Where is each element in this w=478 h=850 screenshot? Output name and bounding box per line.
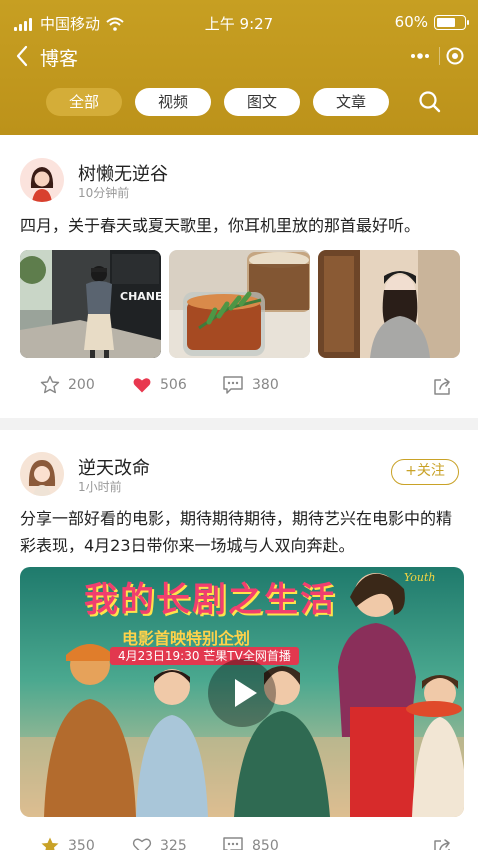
- play-icon: [235, 679, 257, 707]
- video-subtitle: 电影首映特别企划: [122, 629, 251, 648]
- heart-filled-icon: [133, 378, 151, 393]
- comment-button[interactable]: 380: [222, 375, 279, 395]
- post-actions: 200 506 380: [0, 375, 478, 399]
- back-arrow-icon[interactable]: [14, 44, 30, 68]
- like-count: 506: [160, 377, 187, 393]
- heart-icon: [132, 838, 152, 850]
- star-count: 200: [68, 377, 95, 393]
- tab-article[interactable]: 文章: [313, 88, 389, 116]
- video-player[interactable]: Youth 我的长剧之生活 电影首映特别企划 4月23日19:30 芒果TV全网…: [20, 567, 464, 817]
- comment-count: 380: [252, 377, 279, 393]
- share-icon[interactable]: [432, 838, 452, 850]
- close-target-icon[interactable]: [446, 47, 464, 65]
- more-icon[interactable]: [408, 46, 432, 66]
- capsule-divider: [438, 47, 440, 65]
- post-image-street[interactable]: CHANEL: [20, 250, 161, 358]
- like-count: 325: [160, 838, 187, 850]
- section-divider: [0, 418, 478, 430]
- header: 中国移动 上午 9:27 60% 博客 全部 视频 图文 文章: [0, 0, 478, 135]
- video-logo: Youth: [404, 571, 436, 584]
- search-icon[interactable]: [418, 90, 442, 114]
- battery-percent: 60%: [394, 13, 428, 31]
- status-right: 60%: [394, 13, 469, 31]
- post-text: 分享一部好看的电影，期待期待期待，期待艺兴在电影中的精彩表现，4月23日带你来一…: [20, 509, 453, 555]
- share-icon[interactable]: [432, 377, 452, 397]
- follow-button[interactable]: +关注: [391, 459, 459, 485]
- play-button[interactable]: [208, 659, 276, 727]
- post-text: 四月，关于春天或夏天歌里，你耳机里放的那首最好听。: [20, 216, 421, 235]
- avatar[interactable]: [20, 158, 64, 202]
- star-filled-icon: [41, 837, 59, 850]
- star-button[interactable]: 350: [40, 836, 95, 850]
- star-count: 350: [68, 838, 95, 850]
- tab-all[interactable]: 全部: [46, 88, 122, 116]
- tab-bar: 全部 视频 图文 文章: [46, 88, 402, 116]
- battery-icon: [434, 14, 469, 30]
- author-name[interactable]: 树懒无逆谷: [78, 160, 168, 186]
- like-button[interactable]: 325: [132, 836, 187, 850]
- comment-count: 850: [252, 838, 279, 850]
- post-card: 树懒无逆谷 10分钟前 四月，关于春天或夏天歌里，你耳机里放的那首最好听。 CH…: [0, 135, 478, 418]
- page-title: 博客: [40, 48, 79, 70]
- avatar[interactable]: [20, 452, 64, 496]
- like-button[interactable]: 506: [132, 375, 187, 395]
- store-sign-text: CHANEL: [120, 290, 161, 303]
- comment-button[interactable]: 850: [222, 836, 279, 850]
- post-time: 1小时前: [78, 480, 122, 494]
- tab-video[interactable]: 视频: [135, 88, 211, 116]
- mini-program-capsule: [404, 42, 468, 70]
- navbar: 博客: [0, 40, 478, 74]
- status-bar: 中国移动 上午 9:27 60%: [0, 0, 478, 44]
- star-button[interactable]: 200: [40, 375, 95, 395]
- comment-icon: [223, 376, 243, 394]
- post-image-selfie[interactable]: [318, 250, 460, 358]
- post-time: 10分钟前: [78, 186, 130, 200]
- post-image-coffee[interactable]: [169, 250, 310, 358]
- author-name[interactable]: 逆天改命: [78, 454, 150, 480]
- post-actions: 350 325 850: [0, 836, 478, 850]
- comment-icon: [223, 837, 243, 850]
- star-icon: [40, 375, 60, 394]
- video-title: 我的长剧之生活: [84, 580, 336, 620]
- tab-image-text[interactable]: 图文: [224, 88, 300, 116]
